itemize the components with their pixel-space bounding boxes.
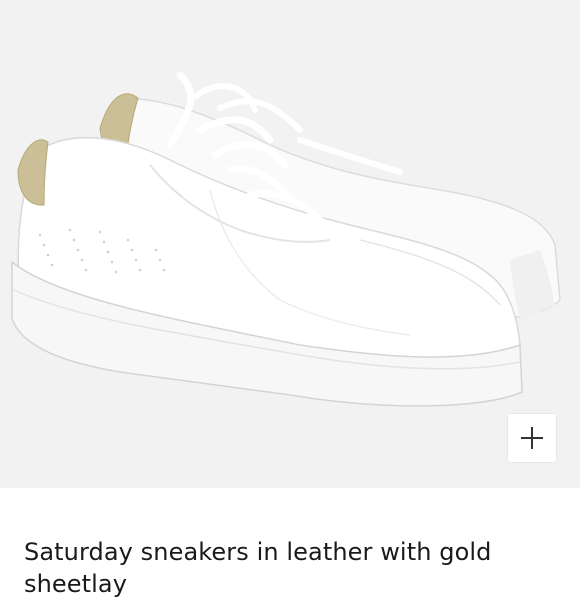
- zoom-button[interactable]: [508, 414, 556, 462]
- plus-icon: [521, 427, 543, 449]
- product-title: Saturday sneakers in leather with gold s…: [24, 538, 492, 598]
- product-image[interactable]: [0, 0, 580, 488]
- sneakers-illustration: [11, 71, 561, 407]
